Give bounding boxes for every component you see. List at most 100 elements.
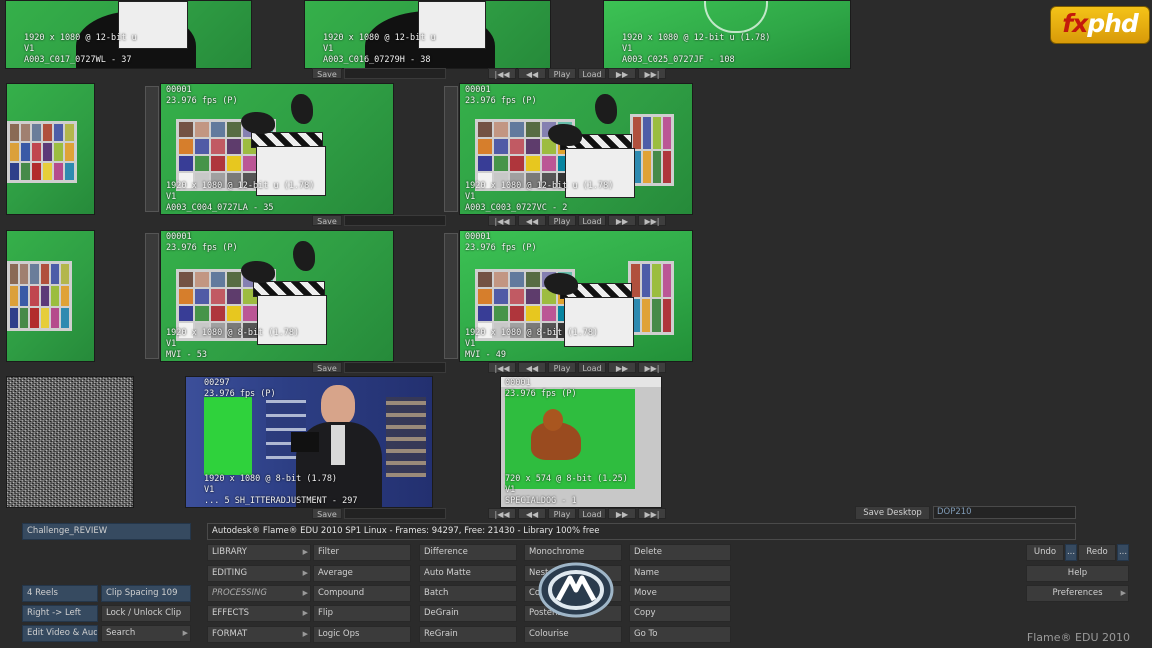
save-button[interactable]: Save [312, 508, 342, 519]
reels-button[interactable]: 4 Reels [22, 585, 98, 602]
save-desktop-button[interactable]: Save Desktop [855, 506, 930, 520]
flip-button[interactable]: Flip [313, 605, 411, 622]
edit-mode-button[interactable]: Edit Video & Audio [22, 625, 98, 642]
noise-clip-thumbnail[interactable] [6, 376, 134, 508]
menu-format[interactable]: FORMAT ▶ [207, 626, 311, 643]
difference-button[interactable]: Difference [419, 544, 517, 561]
watermark-logo [538, 562, 614, 618]
clip-frame: 00001 [166, 232, 192, 242]
clip-name: SPECIALDOG - 1 [505, 496, 577, 506]
clip-fps: 23.976 fps (P) [465, 96, 537, 106]
clip-resolution: 720 x 574 @ 8-bit (1.25) [505, 474, 628, 484]
clip-track: V1 [323, 44, 334, 54]
load-button[interactable]: Load [578, 215, 606, 226]
reel-name-field[interactable]: Challenge_REVIEW [22, 523, 191, 540]
redo-button[interactable]: Redo [1078, 544, 1116, 561]
compound-button[interactable]: Compound [313, 585, 411, 602]
clip-thumbnail[interactable]: 1920 x 1080 @ 12-bit u V1 A003_C016_0727… [304, 0, 551, 69]
clip-thumbnail[interactable]: 00001 23.976 fps (P) 1920 x 1080 @ 12-bi… [160, 83, 394, 215]
rewind-button[interactable]: ◀◀ [518, 508, 546, 519]
fast-forward-button[interactable]: ▶▶ [608, 508, 636, 519]
save-button[interactable]: Save [312, 215, 342, 226]
clip-name-field[interactable] [344, 215, 446, 226]
load-button[interactable]: Load [578, 68, 606, 79]
clip-resolution: 1920 x 1080 @ 12-bit u [24, 33, 137, 43]
clip-thumbnail[interactable]: 00001 23.976 fps (P) 1920 x 1080 @ 12-bi… [459, 83, 693, 215]
help-button[interactable]: Help [1026, 565, 1129, 582]
undo-button[interactable]: Undo [1026, 544, 1064, 561]
clip-name-field[interactable] [344, 362, 446, 373]
clip-track: V1 [166, 192, 177, 202]
clip-thumbnail[interactable]: 00001 23.976 fps (P) 1920 x 1080 @ 8-bit… [160, 230, 394, 362]
undo-more-button[interactable]: ... [1065, 544, 1077, 561]
move-button[interactable]: Move [629, 585, 731, 602]
save-button[interactable]: Save [312, 68, 342, 79]
color-chart [7, 261, 72, 331]
redo-more-button[interactable]: ... [1117, 544, 1129, 561]
clip-thumbnail[interactable] [6, 83, 95, 215]
clip-track: V1 [465, 192, 476, 202]
go-to-end-button[interactable]: ▶▶| [638, 362, 666, 373]
logic-ops-button[interactable]: Logic Ops [313, 626, 411, 643]
clip-thumbnail[interactable]: 00001 23.976 fps (P) 1920 x 1080 @ 8-bit… [459, 230, 693, 362]
menu-editing[interactable]: EDITING ▶ [207, 565, 311, 582]
menu-effects[interactable]: EFFECTS ▶ [207, 605, 311, 622]
clip-spacing-button[interactable]: Clip Spacing 109 [101, 585, 191, 602]
go-to-button[interactable]: Go To [629, 626, 731, 643]
clip-thumbnail[interactable]: 00297 23.976 fps (P) 1920 x 1080 @ 8-bit… [185, 376, 433, 508]
clip-thumbnail[interactable]: 1920 x 1080 @ 12-bit u V1 A003_C017_0727… [5, 0, 252, 69]
rewind-button[interactable]: ◀◀ [518, 215, 546, 226]
go-to-start-button[interactable]: |◀◀ [488, 362, 516, 373]
go-to-end-button[interactable]: ▶▶| [638, 68, 666, 79]
go-to-start-button[interactable]: |◀◀ [488, 508, 516, 519]
delete-button[interactable]: Delete [629, 544, 731, 561]
rewind-button[interactable]: ◀◀ [518, 362, 546, 373]
green-screen [204, 397, 252, 475]
load-button[interactable]: Load [578, 508, 606, 519]
lock-unlock-clip-button[interactable]: Lock / Unlock Clip [101, 605, 191, 622]
play-button[interactable]: Play [548, 362, 576, 373]
monochrome-button[interactable]: Monochrome [524, 544, 622, 561]
batch-button[interactable]: Batch [419, 585, 517, 602]
menu-library[interactable]: LIBRARY ▶ [207, 544, 311, 561]
name-button[interactable]: Name [629, 565, 731, 582]
desktop-name-field[interactable]: DOP210 [933, 506, 1076, 519]
clip-thumbnail[interactable]: 00001 23.976 fps (P) 720 x 574 @ 8-bit (… [500, 376, 662, 508]
play-button[interactable]: Play [548, 215, 576, 226]
color-chart [7, 121, 77, 183]
go-to-start-button[interactable]: |◀◀ [488, 68, 516, 79]
save-button[interactable]: Save [312, 362, 342, 373]
clip-name: A003_C025_0727JF - 108 [622, 55, 735, 65]
fast-forward-button[interactable]: ▶▶ [608, 68, 636, 79]
average-button[interactable]: Average [313, 565, 411, 582]
play-button[interactable]: Play [548, 68, 576, 79]
clip-thumbnail[interactable] [6, 230, 95, 362]
fast-forward-button[interactable]: ▶▶ [608, 215, 636, 226]
clip-name-field[interactable] [344, 68, 446, 79]
menu-processing[interactable]: PROCESSING ▶ [207, 585, 311, 602]
load-button[interactable]: Load [578, 362, 606, 373]
play-button[interactable]: Play [548, 508, 576, 519]
clip-fps: 23.976 fps (P) [166, 243, 238, 253]
go-to-end-button[interactable]: ▶▶| [638, 508, 666, 519]
degrain-button[interactable]: DeGrain [419, 605, 517, 622]
fast-forward-button[interactable]: ▶▶ [608, 362, 636, 373]
search-button[interactable]: Search ▶ [101, 625, 191, 642]
clip-track: V1 [622, 44, 633, 54]
go-to-end-button[interactable]: ▶▶| [638, 215, 666, 226]
colourise-button[interactable]: Colourise [524, 626, 622, 643]
clip-thumbnail[interactable]: 1920 x 1080 @ 12-bit u (1.78) V1 A003_C0… [603, 0, 851, 69]
regrain-button[interactable]: ReGrain [419, 626, 517, 643]
clip-name-field[interactable] [344, 508, 446, 519]
clip-track: V1 [505, 485, 516, 495]
auto-matte-button[interactable]: Auto Matte [419, 565, 517, 582]
clip-frame: 00001 [465, 232, 491, 242]
preferences-button[interactable]: Preferences ▶ [1026, 585, 1129, 602]
copy-button[interactable]: Copy [629, 605, 731, 622]
go-to-start-button[interactable]: |◀◀ [488, 215, 516, 226]
clip-fps: 23.976 fps (P) [166, 96, 238, 106]
direction-button[interactable]: Right -> Left [22, 605, 98, 622]
fxphd-logo: fxphd [1050, 6, 1150, 44]
rewind-button[interactable]: ◀◀ [518, 68, 546, 79]
filter-button[interactable]: Filter [313, 544, 411, 561]
